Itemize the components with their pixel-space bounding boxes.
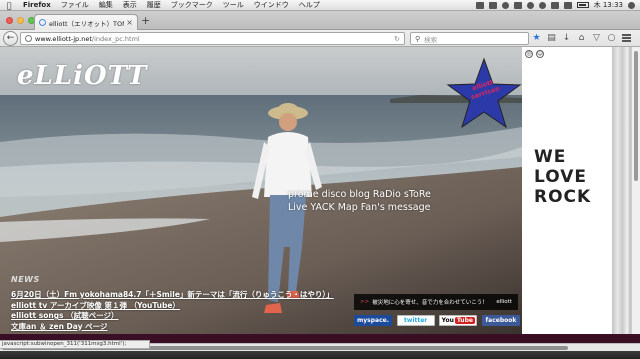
- reload-icon[interactable]: ↻: [394, 35, 400, 43]
- menubar-clock[interactable]: 木 13:33: [594, 0, 623, 10]
- tab-title: elliott（エリオット）TOM...: [49, 19, 124, 28]
- menu-icon[interactable]: [622, 33, 631, 43]
- search-icon: ⚲: [415, 34, 421, 43]
- share-icon[interactable]: ◎: [525, 50, 533, 58]
- close-tab-icon[interactable]: ×: [126, 18, 133, 27]
- vertical-scrollbar[interactable]: [631, 47, 640, 334]
- url-bar[interactable]: www.elliott-jp.net/index_pc.html ↻: [20, 32, 405, 45]
- site-nav-row2[interactable]: Live YACK Map Fan's message: [288, 201, 431, 214]
- support-banner-brand: elliott: [496, 299, 512, 305]
- loading-favicon-icon: [39, 19, 46, 26]
- facebook-button[interactable]: facebook: [481, 315, 520, 326]
- banner-line: LOVE: [534, 167, 587, 187]
- site-logo[interactable]: eLLiOTT: [17, 61, 147, 91]
- tray-time-machine-icon[interactable]: [526, 1, 534, 9]
- bookmarks-menu-icon[interactable]: ▤: [547, 33, 556, 43]
- social-links: myspace. twitter You Tube facebook: [354, 315, 520, 326]
- menu-file[interactable]: ファイル: [56, 0, 94, 10]
- chat-icon[interactable]: ○: [607, 33, 616, 43]
- tab-elliott[interactable]: elliott（エリオット）TOM... ×: [34, 14, 138, 30]
- arrow-icon: >>: [360, 299, 370, 305]
- pocket-icon[interactable]: ▽: [592, 33, 601, 43]
- news-item[interactable]: 6月20日（土）Fm yokohama84.7「＋Smile」新テーマは「流行（…: [11, 290, 334, 301]
- window-controls: [6, 17, 35, 24]
- tray-app-icon[interactable]: [475, 1, 484, 9]
- new-tab-button[interactable]: +: [141, 15, 150, 27]
- news-item[interactable]: elliott tv アーカイブ映像 第１弾 （YouTube）: [11, 301, 334, 312]
- twitter-button[interactable]: twitter: [396, 315, 435, 326]
- bookmark-star-icon[interactable]: ★: [532, 33, 541, 43]
- support-banner-text: 被災地に心を寄せ、音で力を合わせていこう！: [372, 300, 488, 306]
- apple-menu-icon[interactable]: : [0, 1, 18, 10]
- banner-line: WE: [534, 147, 567, 167]
- menu-view[interactable]: 表示: [118, 0, 142, 10]
- home-icon[interactable]: ⌂: [577, 33, 586, 43]
- banner-line: ROCK: [534, 187, 592, 207]
- navigation-toolbar: ← www.elliott-jp.net/index_pc.html ↻ ⚲ 検…: [0, 30, 640, 47]
- star-badge-label: elliott sarrisan: [469, 78, 501, 102]
- youtube-button[interactable]: You Tube: [439, 315, 478, 326]
- youtube-label-tube: Tube: [454, 317, 475, 324]
- youtube-label: You: [441, 317, 454, 324]
- back-button[interactable]: ←: [3, 31, 18, 46]
- menu-tools[interactable]: ツール: [218, 0, 249, 10]
- macos-menubar:  Firefox ファイル 編集 表示 履歴 ブックマーク ツール ウインドウ…: [0, 0, 640, 11]
- menu-edit[interactable]: 編集: [94, 0, 118, 10]
- battery-icon[interactable]: [576, 2, 589, 8]
- tray-sync-icon[interactable]: [501, 1, 509, 9]
- tray-bluetooth-icon[interactable]: [538, 1, 546, 9]
- menu-bookmarks[interactable]: ブックマーク: [166, 0, 218, 10]
- tray-wifi-icon[interactable]: [550, 1, 559, 9]
- status-bar: javascript:subwinopen_311('311msg3.html'…: [0, 340, 150, 349]
- news-item[interactable]: elliott songs （試聴ページ）: [11, 311, 334, 322]
- dock: [0, 351, 640, 359]
- downloads-icon[interactable]: ↓: [562, 33, 571, 43]
- news-item[interactable]: 文庫an ＆ zen Day ページ: [11, 322, 334, 333]
- globe-icon[interactable]: [25, 35, 32, 42]
- close-window-button[interactable]: [6, 17, 13, 24]
- search-placeholder: 検索: [424, 35, 438, 44]
- news-list: 6月20日（土）Fm yokohama84.7「＋Smile」新テーマは「流行（…: [11, 290, 334, 332]
- minimize-window-button[interactable]: [17, 17, 24, 24]
- hero-photo: eLLiOTT elliott sarrisan prome disco blog…: [0, 47, 522, 334]
- url-host: www.elliott-jp.net: [35, 34, 92, 43]
- star-badge[interactable]: elliott sarrisan: [448, 57, 520, 125]
- site-nav-row1[interactable]: prome disco blog RaDio sToRe: [288, 188, 431, 201]
- vertical-scroll-thumb[interactable]: [634, 51, 638, 181]
- myspace-button[interactable]: myspace.: [354, 315, 392, 326]
- search-input[interactable]: ⚲ 検索: [410, 32, 529, 45]
- app-menu[interactable]: Firefox: [18, 1, 56, 9]
- smiley-icon[interactable]: ☺: [536, 50, 544, 58]
- tray-app-icon[interactable]: [488, 1, 497, 9]
- mini-icons: ◎ ☺: [525, 50, 544, 58]
- menu-window[interactable]: ウインドウ: [249, 0, 294, 10]
- menu-help[interactable]: ヘルプ: [294, 0, 325, 10]
- url-path: /index_pc.html: [91, 34, 140, 43]
- tab-strip: elliott（エリオット）TOM... × +: [0, 11, 640, 30]
- toolbar-icons: ★ ▤ ↓ ⌂ ▽ ○: [532, 33, 631, 43]
- menu-history[interactable]: 履歴: [142, 0, 166, 10]
- decorative-stripe: [612, 47, 631, 334]
- tray-display-icon[interactable]: [513, 1, 522, 9]
- news-heading: NEWS: [11, 275, 40, 284]
- site-navigation: prome disco blog RaDio sToRe Live YACK M…: [288, 188, 431, 214]
- side-panel: ◎ ☺ WE LOVE ROCK: [522, 47, 612, 334]
- support-banner[interactable]: >> 被災地に心を寄せ、音で力を合わせていこう！ elliott: [354, 294, 518, 310]
- tray-volume-icon[interactable]: [563, 1, 572, 9]
- we-love-rock-banner[interactable]: WE LOVE ROCK: [534, 147, 591, 207]
- spotlight-search-icon[interactable]: [628, 1, 635, 9]
- menubar-tray: 木 13:33: [475, 0, 640, 10]
